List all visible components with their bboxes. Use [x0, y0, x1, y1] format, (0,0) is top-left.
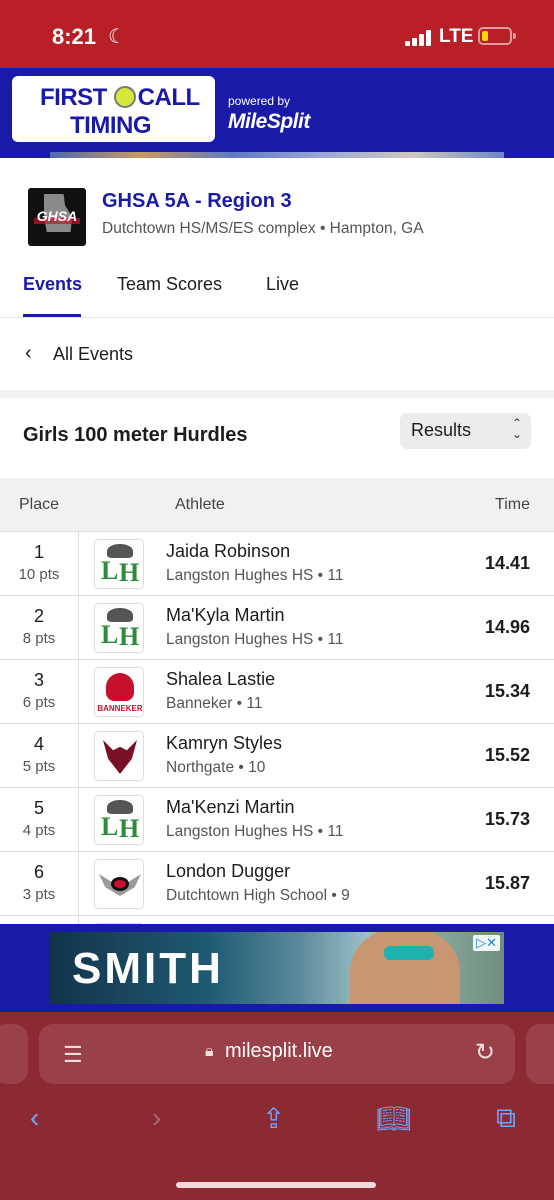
- athlete-team: Langston Hughes HS • 11: [166, 567, 344, 584]
- table-row[interactable]: 1 10 pts LH Jaida Robinson Langston Hugh…: [0, 531, 554, 596]
- table-row[interactable]: [0, 915, 554, 924]
- athlete-team: Langston Hughes HS • 11: [166, 631, 344, 648]
- result-time: 15.52: [484, 745, 530, 765]
- place: 6: [33, 862, 44, 882]
- table-header: Place Athlete Time: [0, 478, 554, 531]
- points: 6 pts: [22, 694, 56, 711]
- meet-tabs: Events Team Scores Live: [0, 268, 554, 318]
- table-row[interactable]: 4 5 pts Kamryn Styles Northgate • 10 15.…: [0, 723, 554, 788]
- column-header-place: Place: [19, 496, 60, 513]
- results-table: Place Athlete Time 1 10 pts LH Jaida Rob…: [0, 478, 554, 924]
- athlete-name[interactable]: Ma'Kyla Martin: [166, 605, 284, 626]
- table-row[interactable]: 3 6 pts B BANNEKER Shalea Lastie Banneker…: [0, 659, 554, 724]
- points: 8 pts: [22, 630, 56, 647]
- chevron-left-icon: ‹: [25, 342, 32, 364]
- all-events-label: All Events: [53, 344, 134, 364]
- battery-icon: [478, 27, 516, 45]
- athlete-name[interactable]: Kamryn Styles: [166, 733, 282, 754]
- ad-person-photo: [350, 932, 460, 1004]
- langston-hughes-logo: LH: [94, 795, 144, 845]
- signal-icon: [405, 30, 431, 46]
- tab-team-scores[interactable]: Team Scores: [117, 274, 222, 295]
- network-label: LTE: [439, 26, 474, 47]
- tab-events[interactable]: Events: [23, 274, 82, 295]
- ad-banner[interactable]: SMITH ▷✕: [0, 924, 554, 1012]
- status-bar: 8:21 ☾ LTE: [0, 0, 554, 68]
- ad-brand: SMITH: [72, 944, 224, 993]
- forward-icon[interactable]: ›: [152, 1102, 161, 1134]
- powered-by-label: powered by: [228, 94, 291, 108]
- meet-title[interactable]: GHSA 5A - Region 3: [102, 190, 292, 213]
- results-view-select[interactable]: Results ⌃ ⌄: [400, 413, 531, 449]
- points: 5 pts: [22, 758, 56, 775]
- bookmarks-icon[interactable]: 📖︎: [376, 1102, 412, 1135]
- address-bar[interactable]: ☰ 🔒︎ milesplit.live ↻: [39, 1024, 515, 1084]
- athlete-team: Northgate • 10: [166, 759, 266, 776]
- first-call-timing-logo[interactable]: FIRST CALL TIMING: [12, 76, 215, 142]
- clock: 8:21: [52, 24, 97, 49]
- place: 4: [33, 734, 44, 754]
- stopwatch-icon: [114, 86, 136, 108]
- table-row[interactable]: 2 8 pts LH Ma'Kyla Martin Langston Hughe…: [0, 595, 554, 660]
- ad-choices-icon[interactable]: ▷✕: [473, 935, 500, 951]
- dutchtown-logo: [94, 859, 144, 909]
- place: 1: [33, 542, 44, 562]
- all-events-link[interactable]: ‹ All Events: [0, 318, 554, 390]
- previous-tab-preview[interactable]: [0, 1024, 28, 1084]
- page-menu-icon[interactable]: ☰: [63, 1042, 83, 1068]
- athlete-name[interactable]: Shalea Lastie: [166, 669, 275, 690]
- results-select-value: Results: [411, 420, 472, 440]
- banneker-logo: B BANNEKER: [94, 667, 144, 717]
- meet-header: GHSA GHSA 5A - Region 3 Dutchtown HS/MS/…: [0, 158, 554, 318]
- reload-icon[interactable]: ↻: [475, 1038, 495, 1067]
- result-time: 15.87: [484, 873, 530, 893]
- share-icon[interactable]: ⇪: [262, 1102, 285, 1135]
- northgate-logo: [94, 731, 144, 781]
- column-header-athlete: Athlete: [175, 496, 225, 513]
- milesplit-logo[interactable]: MileSplit: [228, 110, 310, 134]
- result-time: 15.34: [484, 681, 530, 701]
- langston-hughes-logo: LH: [94, 603, 144, 653]
- event-header: Girls 100 meter Hurdles Results ⌃ ⌄: [0, 398, 554, 478]
- athlete-team: Banneker • 11: [166, 695, 263, 712]
- points: 10 pts: [18, 566, 60, 583]
- result-time: 14.41: [484, 553, 530, 573]
- next-tab-preview[interactable]: [526, 1024, 554, 1084]
- table-row[interactable]: 5 4 pts LH Ma'Kenzi Martin Langston Hugh…: [0, 787, 554, 852]
- place: 2: [33, 606, 44, 626]
- athlete-name[interactable]: London Dugger: [166, 861, 290, 882]
- athlete-name[interactable]: Jaida Robinson: [166, 541, 290, 562]
- sunglasses-image: [384, 946, 434, 960]
- meet-location: Dutchtown HS/MS/ES complex • Hampton, GA: [102, 220, 424, 237]
- back-icon[interactable]: ‹: [30, 1102, 39, 1134]
- athlete-name[interactable]: Ma'Kenzi Martin: [166, 797, 294, 818]
- athlete-team: Langston Hughes HS • 11: [166, 823, 344, 840]
- result-time: 14.96: [484, 617, 530, 637]
- place: 5: [33, 798, 44, 818]
- logo-word-timing: TIMING: [70, 112, 152, 139]
- active-tab-indicator: [23, 314, 81, 317]
- home-indicator: [176, 1182, 376, 1188]
- column-header-time: Time: [495, 496, 530, 513]
- tab-live[interactable]: Live: [266, 274, 299, 295]
- ad-image[interactable]: SMITH ▷✕: [50, 932, 504, 1004]
- tabs-icon[interactable]: ⧉: [496, 1102, 516, 1135]
- ghsa-logo: GHSA: [28, 188, 86, 246]
- table-row[interactable]: 6 3 pts London Dugger Dutchtown High Sch…: [0, 851, 554, 916]
- brand-banner: FIRST CALL TIMING powered by MileSplit: [0, 68, 554, 158]
- moon-icon: ☾: [108, 26, 126, 48]
- athlete-team: Dutchtown High School • 9: [166, 887, 350, 904]
- points: 3 pts: [22, 886, 56, 903]
- result-time: 15.73: [484, 809, 530, 829]
- langston-hughes-logo: LH: [94, 539, 144, 589]
- browser-toolbar: ☰ 🔒︎ milesplit.live ↻ ‹ › ⇪ 📖︎ ⧉: [0, 1012, 554, 1200]
- event-title: Girls 100 meter Hurdles: [23, 424, 248, 446]
- url-text[interactable]: milesplit.live: [225, 1040, 333, 1063]
- points: 4 pts: [22, 822, 56, 839]
- lock-icon: 🔒︎: [205, 1043, 214, 1060]
- chevron-updown-icon: ⌃ ⌄: [511, 416, 522, 441]
- place: 3: [33, 670, 44, 690]
